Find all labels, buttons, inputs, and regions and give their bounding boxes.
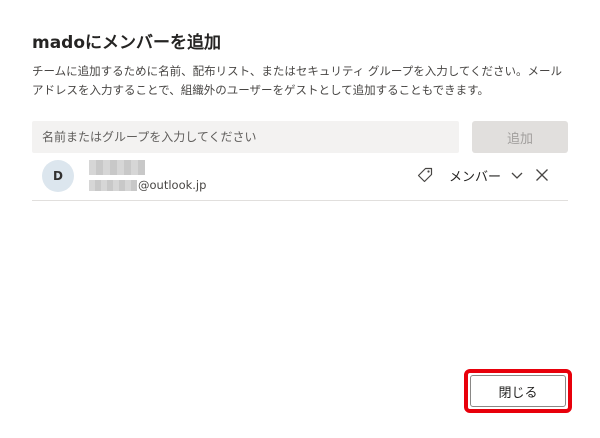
member-email-domain: @outlook.jp bbox=[138, 178, 207, 192]
member-row: D @outlook.jp メンバー bbox=[32, 154, 568, 201]
role-label: メンバー bbox=[449, 169, 502, 185]
close-button[interactable]: 閉じる bbox=[470, 375, 566, 407]
dialog-title: madoにメンバーを追加 bbox=[32, 33, 222, 53]
add-members-dialog: madoにメンバーを追加 チームに追加するために名前、配布リスト、またはセキュリ… bbox=[0, 0, 600, 438]
tag-icon[interactable] bbox=[416, 166, 434, 184]
role-dropdown[interactable]: メンバー bbox=[449, 164, 524, 186]
add-button[interactable]: 追加 bbox=[472, 121, 568, 153]
avatar: D bbox=[42, 160, 74, 192]
chevron-down-icon bbox=[511, 172, 523, 179]
redacted-email-user bbox=[89, 180, 137, 191]
member-search-input[interactable] bbox=[32, 121, 459, 153]
dialog-description: チームに追加するために名前、配布リスト、またはセキュリティ グループを入力してく… bbox=[32, 64, 563, 97]
close-icon[interactable] bbox=[534, 167, 550, 183]
redacted-member-name bbox=[89, 160, 145, 175]
